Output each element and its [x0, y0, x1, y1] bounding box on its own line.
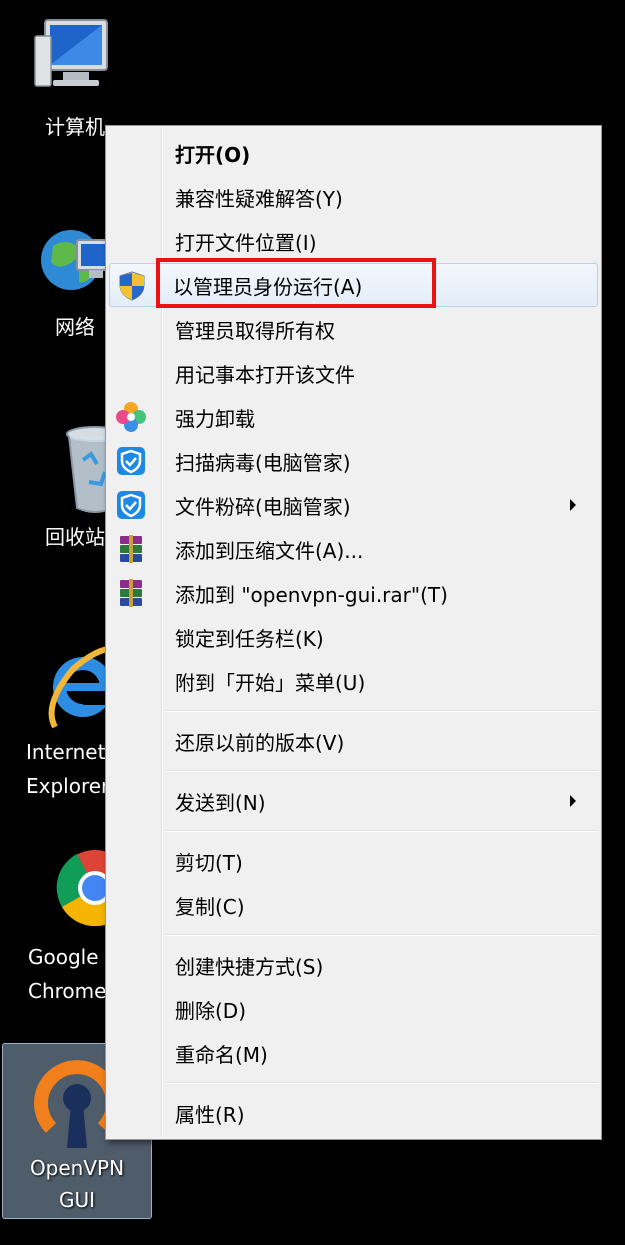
menu-item-rename[interactable]: 重命名(M): [109, 1031, 598, 1075]
desktop-icon-label: OpenVPN GUI: [29, 1156, 125, 1212]
menu-item-open-with-notepad[interactable]: 用记事本打开该文件: [109, 351, 598, 395]
menu-item-label: 创建快捷方式(S): [175, 954, 324, 979]
menu-item-force-uninstall[interactable]: 强力卸载: [109, 395, 598, 439]
menu-item-send-to[interactable]: 发送到(N): [109, 779, 598, 823]
menu-separator: [166, 710, 598, 712]
menu-item-scan-virus[interactable]: 扫描病毒(电脑管家): [109, 439, 598, 483]
menu-item-label: 删除(D): [175, 998, 247, 1023]
submenu-arrow-icon: [570, 795, 576, 807]
menu-item-create-shortcut[interactable]: 创建快捷方式(S): [109, 943, 598, 987]
menu-item-label: 文件粉碎(电脑管家): [175, 494, 351, 519]
menu-item-label: 锁定到任务栏(K): [175, 626, 324, 651]
desktop-icon-computer[interactable]: 计算机: [0, 10, 150, 144]
submenu-arrow-icon: [570, 499, 576, 511]
menu-item-label: 添加到 "openvpn-gui.rar"(T): [175, 582, 448, 607]
menu-item-cut[interactable]: 剪切(T): [109, 839, 598, 883]
menu-item-label: 打开(O): [175, 142, 251, 167]
menu-item-compat-troubleshoot[interactable]: 兼容性疑难解答(Y): [109, 175, 598, 219]
menu-item-copy[interactable]: 复制(C): [109, 883, 598, 927]
menu-item-label: 还原以前的版本(V): [175, 730, 345, 755]
menu-separator: [166, 770, 598, 772]
menu-item-label: 剪切(T): [175, 850, 243, 875]
menu-item-add-to-archive[interactable]: 添加到压缩文件(A)...: [109, 527, 598, 571]
menu-item-pin-to-taskbar[interactable]: 锁定到任务栏(K): [109, 615, 598, 659]
menu-item-add-to-rar[interactable]: 添加到 "openvpn-gui.rar"(T): [109, 571, 598, 615]
winrar-icon: [115, 577, 147, 609]
menu-item-take-ownership[interactable]: 管理员取得所有权: [109, 307, 598, 351]
uninstall-petals-icon: [115, 401, 147, 433]
menu-item-label: 附到「开始」菜单(U): [175, 670, 366, 695]
menu-item-label: 属性(R): [175, 1102, 245, 1127]
menu-item-restore-previous[interactable]: 还原以前的版本(V): [109, 719, 598, 763]
menu-item-delete[interactable]: 删除(D): [109, 987, 598, 1031]
menu-item-label: 打开文件位置(I): [175, 230, 317, 255]
menu-item-label: 重命名(M): [175, 1042, 268, 1067]
pcmanager-shield-icon: [115, 489, 147, 521]
menu-item-label: 管理员取得所有权: [175, 318, 335, 343]
menu-separator: [166, 830, 598, 832]
menu-separator: [166, 934, 598, 936]
computer-icon: [34, 19, 108, 87]
winrar-icon: [115, 533, 147, 565]
annotation-highlight-box: [156, 258, 436, 308]
menu-item-open[interactable]: 打开(O): [109, 131, 598, 175]
menu-item-label: 强力卸载: [175, 406, 255, 431]
menu-separator: [166, 1082, 598, 1084]
menu-item-file-shred[interactable]: 文件粉碎(电脑管家): [109, 483, 598, 527]
menu-item-pin-to-start[interactable]: 附到「开始」菜单(U): [109, 659, 598, 703]
menu-item-label: 用记事本打开该文件: [175, 362, 355, 387]
menu-item-properties[interactable]: 属性(R): [109, 1091, 598, 1135]
menu-item-label: 复制(C): [175, 894, 245, 919]
uac-shield-icon: [116, 270, 148, 302]
menu-item-label: 发送到(N): [175, 790, 266, 815]
pcmanager-shield-icon: [115, 445, 147, 477]
menu-item-label: 扫描病毒(电脑管家): [175, 450, 351, 475]
menu-item-label: 兼容性疑难解答(Y): [175, 186, 343, 211]
menu-item-open-file-location[interactable]: 打开文件位置(I): [109, 219, 598, 263]
menu-item-label: 添加到压缩文件(A)...: [175, 538, 364, 563]
